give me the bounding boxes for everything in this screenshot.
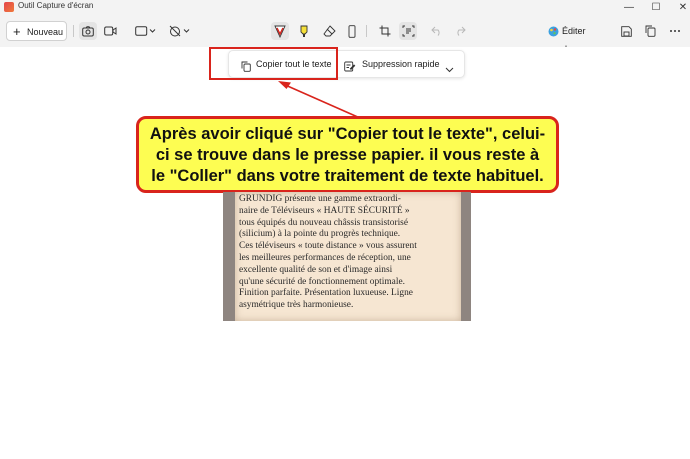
- maximize-button[interactable]: ☐: [643, 0, 669, 15]
- plus-icon: +: [13, 24, 21, 39]
- video-icon[interactable]: [101, 22, 119, 40]
- text-actions-icon[interactable]: [399, 22, 417, 40]
- new-capture-label: Nouveau: [27, 27, 64, 37]
- scan-line: tous équipés du nouveau châssis transist…: [239, 217, 408, 228]
- scan-line: (silicium) à la pointe du progrès techni…: [239, 229, 401, 240]
- scan-line: GRUNDIG présente une gamme extraordi-: [239, 194, 401, 204]
- new-capture-button[interactable]: + Nouveau: [6, 21, 67, 41]
- ruler-icon[interactable]: [343, 22, 361, 40]
- quick-redact-button[interactable]: Suppression rapide: [341, 54, 461, 74]
- eraser-icon[interactable]: [320, 22, 338, 40]
- crop-icon[interactable]: [376, 22, 394, 40]
- timer-off-icon[interactable]: [168, 22, 192, 40]
- paint-icon: [548, 25, 559, 43]
- redo-icon[interactable]: [451, 22, 469, 40]
- redact-icon: [344, 59, 356, 79]
- close-button[interactable]: ✕: [670, 0, 690, 15]
- annotation-callout: Après avoir cliqué sur "Copier tout le t…: [136, 116, 559, 193]
- minimize-button[interactable]: —: [616, 0, 642, 15]
- highlight-frame: [209, 47, 338, 80]
- camera-icon[interactable]: [79, 22, 97, 40]
- rectangle-mode-icon[interactable]: [134, 22, 158, 40]
- window-title: Outil Capture d'écran: [18, 1, 94, 10]
- scan-line: les meilleures performances de réception…: [239, 252, 411, 263]
- undo-icon[interactable]: [428, 22, 446, 40]
- copy-icon[interactable]: [641, 22, 659, 40]
- title-bar: Outil Capture d'écran — ☐ ✕: [0, 0, 690, 15]
- more-icon[interactable]: [666, 22, 684, 40]
- scan-line: Ces téléviseurs « toute distance » vous …: [239, 241, 417, 252]
- highlighter-icon[interactable]: [295, 22, 313, 40]
- ballpoint-pen-icon[interactable]: [271, 22, 289, 40]
- scan-line: naire de Téléviseurs « HAUTE SÉCURITÉ »: [239, 205, 410, 216]
- scanned-paper: GRUNDIG présente une gamme extraordi- na…: [235, 192, 461, 321]
- toolbar: + Nouveau Éditer dan...: [0, 15, 690, 54]
- scan-line: qu'une sécurité de fonctionnement optima…: [239, 276, 405, 287]
- scan-line: Finition parfaite. Présentation luxueuse…: [239, 288, 413, 299]
- scan-line: excellente qualité de son et d'image ain…: [239, 264, 393, 275]
- toolbar-divider: [73, 25, 74, 37]
- edit-in-paint-button[interactable]: Éditer dan...: [548, 22, 610, 54]
- save-icon[interactable]: [617, 22, 635, 40]
- captured-image: GRUNDIG présente une gamme extraordi- na…: [223, 192, 471, 321]
- snipping-tool-app-icon: [4, 2, 14, 12]
- scan-line: asymétrique très harmonieuse.: [239, 300, 354, 311]
- chevron-down-icon[interactable]: [445, 60, 454, 80]
- scanned-text-block: GRUNDIG présente une gamme extraordi- na…: [239, 194, 453, 312]
- quick-redact-label: Suppression rapide: [362, 59, 440, 69]
- toolbar-divider: [366, 25, 367, 37]
